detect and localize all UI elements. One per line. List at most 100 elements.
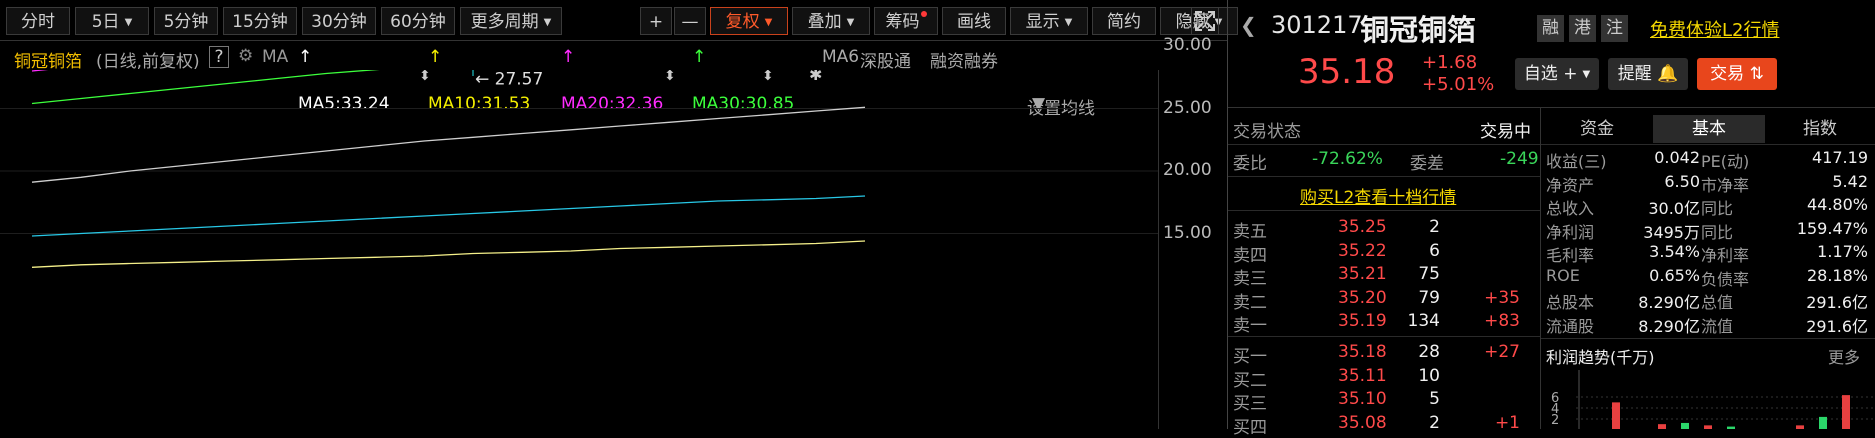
legend-sgt[interactable]: 深股通 [860, 47, 911, 72]
bid-row-delta: +27 [1484, 342, 1520, 362]
weicha-value: -249 [1500, 149, 1539, 169]
badge-rong[interactable]: 融 [1537, 15, 1564, 42]
chevron-down-icon: ▼ [1582, 69, 1591, 80]
swap-icon: ⇅ [1749, 64, 1764, 84]
buy-l2-link[interactable]: 购买L2查看十档行情 [1300, 183, 1456, 208]
divider [1228, 210, 1540, 211]
bid-row-volume: 5 [1429, 389, 1440, 409]
prev-stock-icon[interactable]: ❮ [1240, 13, 1257, 37]
zoom-out-button[interactable]: — [674, 7, 706, 35]
divider [0, 40, 1227, 41]
alert-label: 提醒 [1617, 64, 1652, 84]
trade-button[interactable]: 交易 ⇅ [1697, 58, 1777, 90]
y-tick-label: 20.00 [1163, 160, 1212, 180]
tab-30min[interactable]: 30分钟 [302, 7, 376, 35]
divider [1228, 176, 1540, 177]
bid-row-label: 买二 [1233, 370, 1267, 391]
divider [1541, 338, 1875, 339]
badge-zhu[interactable]: 注 [1601, 15, 1628, 42]
overlay-button[interactable]: 叠加 ▼ [792, 7, 870, 35]
watchlist-button[interactable]: 自选 + ▼ [1515, 58, 1599, 90]
fin-label: 总值 [1701, 293, 1734, 312]
display-button[interactable]: 显示 ▼ [1010, 7, 1088, 35]
tab-capital[interactable]: 资金 [1541, 115, 1653, 143]
draw-line-button[interactable]: 画线 [942, 7, 1006, 35]
legend-rzrq[interactable]: 融资融券 [930, 47, 998, 72]
profit-bar [1704, 425, 1712, 429]
tab-5min[interactable]: 5分钟 [154, 7, 218, 35]
alert-button[interactable]: 提醒 🔔 [1608, 58, 1688, 90]
legend-stock-name: 铜冠铜箔 [14, 52, 82, 72]
ask-row-price: 35.20 [1338, 287, 1387, 308]
badge-gang[interactable]: 港 [1569, 15, 1596, 42]
bid-row-label: 买一 [1233, 347, 1267, 367]
event-marker: ✱ [809, 70, 822, 84]
simple-mode-button[interactable]: 简约 [1092, 7, 1156, 35]
tab-fenshi[interactable]: 分时 [6, 7, 70, 35]
fin-value: 291.6亿 [1806, 316, 1868, 336]
notification-dot [920, 11, 927, 17]
tab-index[interactable]: 指数 [1765, 115, 1875, 143]
tab-60min[interactable]: 60分钟 [381, 7, 455, 35]
bid-row-price: 35.08 [1338, 412, 1387, 433]
bid-row-volume: 2 [1429, 412, 1440, 433]
fin-label: ROE [1546, 265, 1580, 285]
ma-line-ma30 [31, 70, 380, 105]
divider [1228, 107, 1875, 108]
profit-bar [1681, 422, 1689, 429]
display-label: 显示 [1025, 12, 1060, 32]
bid-row-delta: +1 [1494, 412, 1520, 433]
gear-icon[interactable]: ⚙ [238, 46, 253, 66]
profit-bar [1819, 416, 1827, 429]
chevron-down-icon: ▼ [1064, 17, 1073, 28]
fin-label: 流值 [1701, 316, 1734, 336]
fin-label: 收益(三) [1546, 152, 1607, 171]
bid-row-price: 35.18 [1338, 342, 1387, 362]
plus-icon: + [1563, 64, 1578, 84]
legend-period: (日线,前复权) [96, 52, 200, 72]
bell-icon: 🔔 [1657, 64, 1679, 84]
fin-label: 总收入 [1546, 199, 1595, 218]
tab-basic[interactable]: 基本 [1653, 115, 1765, 143]
ask-row-label: 卖二 [1233, 292, 1267, 313]
bid-row-label: 买四 [1233, 417, 1267, 438]
fin-value: 0.65% [1649, 265, 1700, 285]
l2-trial-link[interactable]: 免费体验L2行情 [1650, 16, 1779, 42]
tab-more-periods[interactable]: 更多周期 ▼ [460, 7, 562, 35]
fullscreen-icon[interactable] [1191, 7, 1219, 35]
chevron-down-icon: ▼ [124, 17, 133, 28]
ask-row-price: 35.25 [1338, 217, 1387, 237]
bid-row-label: 买三 [1233, 394, 1267, 414]
y-tick-label: 25.00 [1163, 97, 1212, 118]
y-tick-label: 15.00 [1163, 222, 1212, 243]
ask-row-volume: 6 [1429, 240, 1440, 261]
zoom-in-button[interactable]: + [640, 7, 672, 35]
fin-value: 417.19 [1812, 148, 1868, 167]
chips-button[interactable]: 筹码 [874, 7, 938, 35]
profit-bar [1796, 425, 1804, 429]
ask-row-label: 卖五 [1233, 222, 1267, 242]
fin-value: 291.6亿 [1806, 293, 1868, 312]
weibi-label: 委比 [1233, 154, 1267, 174]
tab-5day[interactable]: 5日 ▼ [75, 7, 149, 35]
help-icon[interactable]: ? [209, 46, 229, 68]
kline-chart[interactable]: ← 37.60← 27.57⬍⬍⬍✱ [0, 70, 1160, 429]
profit-bar [1842, 395, 1850, 429]
fin-label: 总股本 [1546, 293, 1595, 312]
more-link[interactable]: 更多 [1828, 344, 1860, 368]
low-annotation: ← 27.57 [475, 70, 543, 89]
fuquan-button[interactable]: 复权 ▼ [710, 7, 788, 35]
fin-label: 流通股 [1546, 316, 1595, 336]
fin-label: 同比 [1701, 199, 1734, 218]
ask-row-volume: 75 [1418, 264, 1440, 284]
fin-label: 市净率 [1701, 175, 1750, 195]
weibi-value: -72.62% [1312, 149, 1383, 169]
legend-ma6: MA6 [822, 47, 860, 67]
price-change: +1.68 [1422, 52, 1478, 73]
ask-row-volume: 2 [1429, 217, 1440, 237]
legend-ma20: MA20:32.36 ↑ [561, 47, 664, 114]
axis-divider [1158, 70, 1159, 429]
fin-label: 净利率 [1701, 246, 1750, 265]
legend-ma30: MA30:30.85 ↑ [692, 47, 795, 114]
tab-15min[interactable]: 15分钟 [223, 7, 297, 35]
